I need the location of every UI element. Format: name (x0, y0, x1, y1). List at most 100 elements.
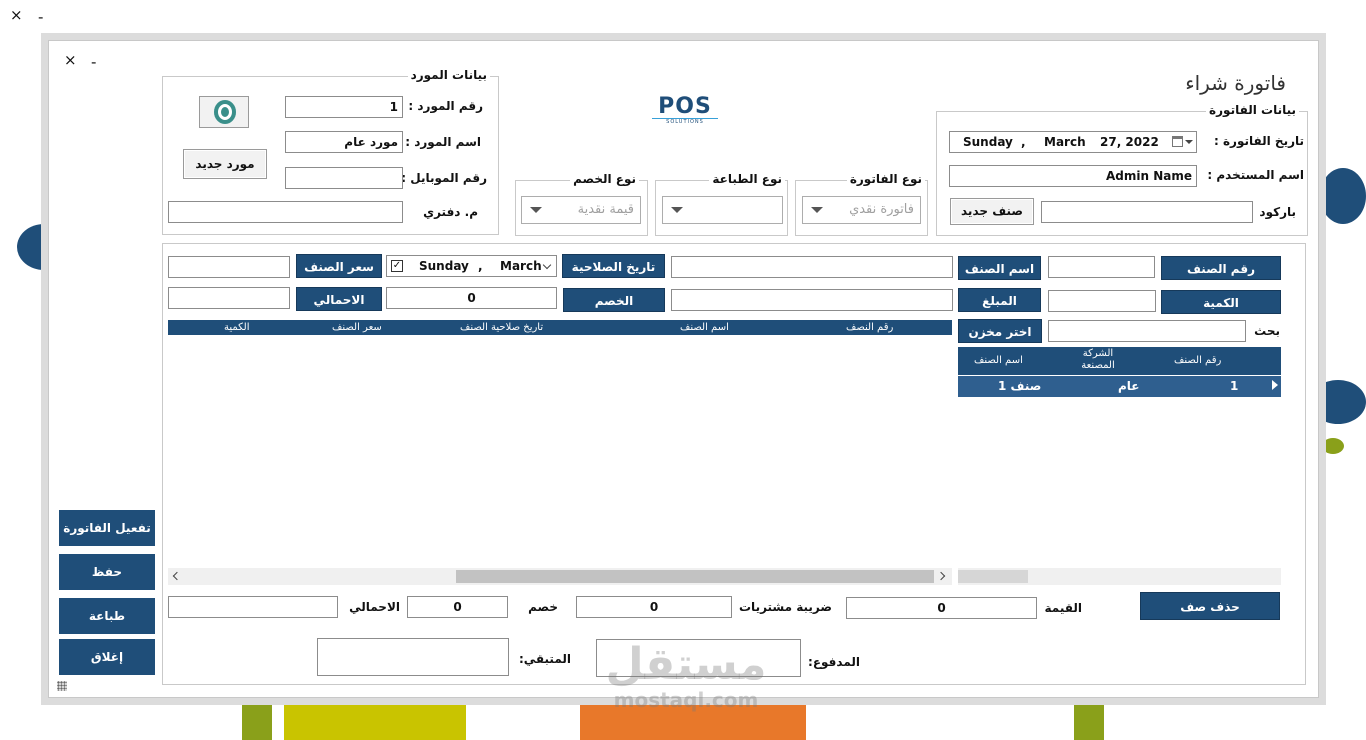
invoice-date-picker[interactable]: Sunday , March 27, 2022 (949, 131, 1197, 153)
dialog-close-icon[interactable]: × (64, 52, 77, 68)
item-price-input[interactable] (168, 256, 290, 278)
barcode-input[interactable] (1041, 201, 1253, 223)
paid-label: المدفوع: (808, 655, 860, 669)
purchase-tax-field[interactable]: 0 (576, 596, 732, 618)
quantity-input[interactable] (1048, 290, 1156, 312)
invoice-date-day: Sunday (963, 135, 1013, 149)
expiry-date-month: March (500, 259, 542, 273)
expiry-date-button[interactable]: تاريخ الصلاحية (562, 254, 665, 278)
item-price-button[interactable]: سعر الصنف (296, 254, 382, 278)
expiry-checkbox[interactable]: ✓ (391, 260, 403, 272)
discount-input[interactable]: 0 (386, 287, 557, 309)
new-item-button[interactable]: صنف جديد (950, 198, 1034, 225)
remaining-label: المتبقي: (518, 652, 571, 666)
expiry-date-day: Sunday (419, 259, 469, 273)
chevron-down-icon (811, 207, 823, 213)
discount-type-title: نوع الخصم (570, 172, 639, 186)
window-minimize-icon[interactable]: - (38, 9, 43, 25)
items-col-number[interactable]: رقم النصف (846, 322, 893, 333)
items-col-name[interactable]: اسم الصنف (680, 322, 729, 333)
delete-row-button[interactable]: حذف صف (1140, 592, 1280, 620)
invoice-date-sep: , (1021, 135, 1026, 149)
chevron-down-icon[interactable] (1185, 140, 1193, 144)
supplier-avatar-button[interactable] (199, 96, 249, 128)
scroll-thumb[interactable] (958, 570, 1028, 583)
supplier-id-label: رقم المورد : (408, 99, 483, 113)
item-number-input[interactable] (1048, 256, 1155, 278)
background-post-3 (580, 698, 806, 740)
items-col-expiry[interactable]: تاريخ صلاحية الصنف (460, 322, 543, 333)
print-type-select[interactable] (662, 196, 783, 224)
chevron-down-icon (530, 207, 542, 213)
pos-logo-subtext: SOLUTIONS (652, 118, 718, 125)
total-discount-field[interactable]: 0 (407, 596, 508, 618)
items-grid-header: رقم النصف اسم الصنف تاريخ صلاحية الصنف س… (168, 320, 952, 335)
page-title: فاتورة شراء (1185, 71, 1286, 95)
items-col-quantity[interactable]: الكمية (224, 322, 250, 333)
choose-store-button[interactable]: اختر مخزن (958, 319, 1042, 343)
invoice-date-daynum: 27, 2022 (1100, 135, 1159, 149)
quantity-button[interactable]: الكمية (1161, 290, 1281, 314)
search-col-number[interactable]: رقم الصنف (1174, 355, 1221, 366)
invoice-type-value: فاتورة نقدي (849, 202, 914, 217)
value-label: القيمة (1044, 601, 1082, 615)
paid-field[interactable] (596, 639, 801, 677)
scroll-thumb[interactable] (456, 570, 934, 583)
line-total-button[interactable]: الاحمالي (296, 287, 382, 311)
ledger-label: م. دفتري (423, 205, 478, 219)
ledger-input[interactable] (168, 201, 403, 223)
chevron-down-icon[interactable] (542, 260, 552, 270)
item-name-input[interactable] (671, 256, 953, 278)
grand-total-label: الاحمالي (349, 600, 400, 614)
remaining-field[interactable] (317, 638, 509, 676)
line-total-input[interactable] (168, 287, 290, 309)
supplier-name-field[interactable]: مورد عام (285, 131, 403, 153)
purchase-tax-label: ضريبة مشتريات (739, 600, 832, 614)
background-dot-right (1322, 438, 1344, 454)
amount-input[interactable] (671, 289, 953, 311)
resize-grip-icon[interactable] (57, 681, 67, 691)
supplier-mobile-label: رقم الموبايل : (401, 171, 487, 185)
pos-logo: POS SOLUTIONS (652, 96, 718, 125)
items-grid-scrollbar[interactable] (168, 568, 952, 585)
search-grid-row[interactable]: 1 عام صنف 1 (958, 376, 1281, 397)
background-post-4 (1074, 698, 1104, 740)
new-supplier-button[interactable]: مورد جديد (183, 149, 267, 179)
discount-type-select[interactable]: قيمة نقدية (521, 196, 641, 224)
window-close-icon[interactable]: × (10, 7, 23, 23)
search-grid-header: رقم الصنف الشركة المصنعة اسم الصنف (958, 347, 1281, 375)
scroll-left-icon[interactable] (172, 571, 182, 581)
item-name-button[interactable]: اسم الصنف (958, 256, 1041, 280)
amount-button[interactable]: المبلغ (958, 288, 1041, 312)
supplier-name-label: اسم المورد : (405, 135, 481, 149)
search-input[interactable] (1048, 320, 1246, 342)
expiry-date-picker[interactable]: ✓ Sunday , March (386, 255, 557, 277)
background-post-2 (284, 698, 466, 740)
discount-type-value: قيمة نقدية (577, 202, 634, 217)
save-button[interactable]: حفظ (59, 554, 155, 590)
search-col-company[interactable]: الشركة المصنعة (1076, 348, 1120, 372)
activate-invoice-button[interactable]: تفعيل الفاتورة (59, 510, 155, 546)
supplier-id-field[interactable]: 1 (285, 96, 403, 118)
background-avatar-right-top (1320, 168, 1366, 224)
item-number-button[interactable]: رقم الصنف (1161, 256, 1281, 280)
invoice-data-title: بيانات الفاتورة (1206, 103, 1299, 117)
search-grid-scrollbar[interactable] (958, 568, 1281, 585)
items-col-price[interactable]: سعر الصنف (332, 322, 382, 333)
print-button[interactable]: طباعة (59, 598, 155, 634)
invoice-type-select[interactable]: فاتورة نقدي (802, 196, 921, 224)
dialog-minimize-icon[interactable]: - (91, 54, 96, 70)
discount-button[interactable]: الخصم (563, 288, 665, 312)
calendar-icon[interactable] (1172, 136, 1183, 147)
scroll-right-icon[interactable] (936, 571, 946, 581)
close-button[interactable]: إغلاق (59, 639, 155, 675)
chevron-down-icon (671, 207, 683, 213)
user-name-field[interactable]: Admin Name (949, 165, 1197, 187)
search-col-name[interactable]: اسم الصنف (974, 355, 1023, 366)
value-field[interactable]: 0 (846, 597, 1037, 619)
total-discount-label: خصم (528, 600, 558, 614)
invoice-type-title: نوع الفاتورة (846, 172, 925, 186)
user-name-label: اسم المستخدم : (1207, 168, 1304, 182)
supplier-mobile-input[interactable] (285, 167, 403, 189)
grand-total-field[interactable] (168, 596, 338, 618)
